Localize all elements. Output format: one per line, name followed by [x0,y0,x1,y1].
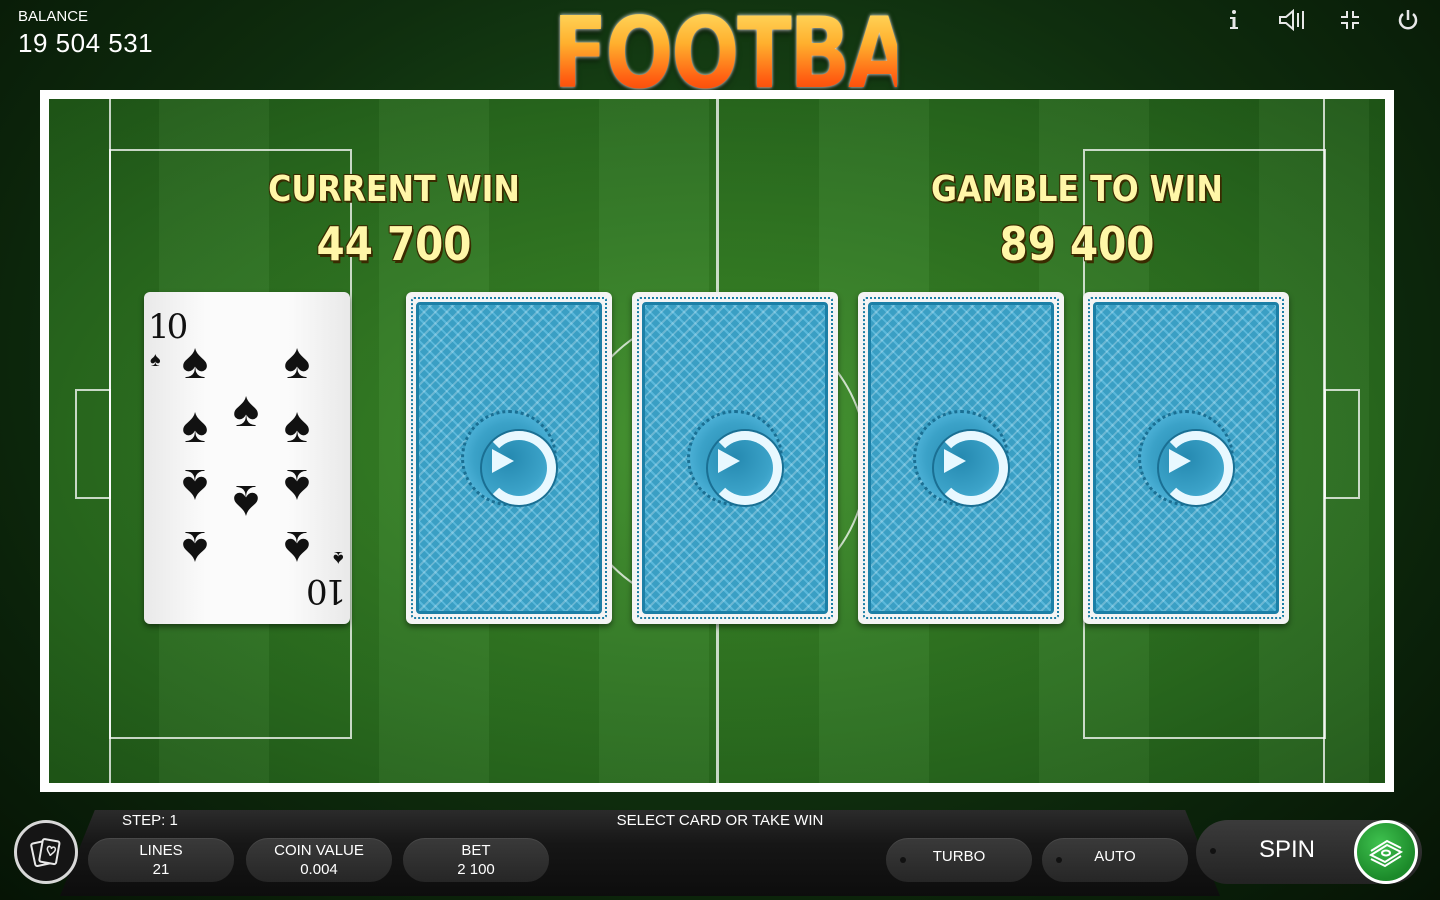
turbo-label: TURBO [932,848,986,865]
auto-button[interactable]: AUTO [1042,838,1188,882]
coin-value-label: COIN VALUE [274,842,364,859]
spade-icon: ♠ [283,521,311,577]
card-back-emblem-icon [461,410,557,506]
face-down-card-2[interactable] [632,292,838,624]
current-win-value: 44 700 [316,217,472,271]
spade-icon: ♠ [181,521,209,577]
spade-icon: ♠ [181,333,209,389]
spade-icon: ♠ [232,381,260,437]
card-back-emblem-icon [913,410,1009,506]
spade-icon: ♠ [181,397,209,453]
right-outer-line [1323,99,1325,783]
gamble-to-win-value: 89 400 [999,217,1155,271]
spade-icon: ♠ [150,349,161,371]
fullscreen-icon[interactable] [1336,6,1364,34]
info-icon[interactable] [1220,6,1248,34]
spin-indicator [1210,848,1216,854]
power-icon[interactable] [1394,6,1422,34]
money-stack-icon[interactable] [1354,820,1418,884]
coin-value-value: 0.004 [300,861,338,878]
gamble-cards-button[interactable] [14,820,78,884]
face-down-card-3[interactable] [858,292,1064,624]
card-back-emblem-icon [687,410,783,506]
sound-icon[interactable] [1278,6,1306,34]
right-goal-box [1324,389,1360,499]
left-outer-line [109,99,111,783]
spade-icon: ♠ [232,475,260,531]
spade-icon: ♠ [283,397,311,453]
balance-label: BALANCE [18,8,89,25]
turbo-button[interactable]: TURBO [886,838,1032,882]
bottom-control-panel: STEP: 1 SELECT CARD OR TAKE WIN LINES 21… [0,808,1440,900]
instruction-label: SELECT CARD OR TAKE WIN [616,812,824,829]
lines-label: LINES [139,842,183,859]
spin-button[interactable]: SPIN [1196,820,1422,884]
bet-value: 2 100 [457,861,495,878]
bet-label: BET [461,842,491,859]
turbo-indicator [900,857,906,863]
spade-icon: ♠ [283,459,311,515]
spade-icon: ♠ [283,333,311,389]
cards-icon [30,838,61,868]
coin-value-display[interactable]: COIN VALUE 0.004 [246,838,392,882]
top-toolbar [1220,6,1422,34]
auto-label: AUTO [1094,848,1136,865]
spade-icon: ♠ [181,459,209,515]
face-down-card-4[interactable] [1083,292,1289,624]
bet-display[interactable]: BET 2 100 [403,838,549,882]
card-rank-bottom: 10 [308,571,346,611]
balance-value: 19 504 531 [18,28,154,58]
card-back-emblem-icon [1138,410,1234,506]
dealer-card: 10 ♠ 10 ♠ ♠ ♠ ♠ ♠ ♠ ♠ ♠ ♠ ♠ ♠ [144,292,350,624]
lines-value: 21 [152,861,170,878]
auto-indicator [1056,857,1062,863]
current-win-label: CURRENT WIN [268,169,520,210]
spin-label: SPIN [1258,836,1315,863]
spade-icon: ♠ [333,547,344,569]
step-label: STEP: 1 [122,812,178,829]
lines-display[interactable]: LINES 21 [88,838,234,882]
left-goal-box [75,389,111,499]
gamble-to-win-label: GAMBLE TO WIN [931,169,1223,210]
face-down-card-1[interactable] [406,292,612,624]
